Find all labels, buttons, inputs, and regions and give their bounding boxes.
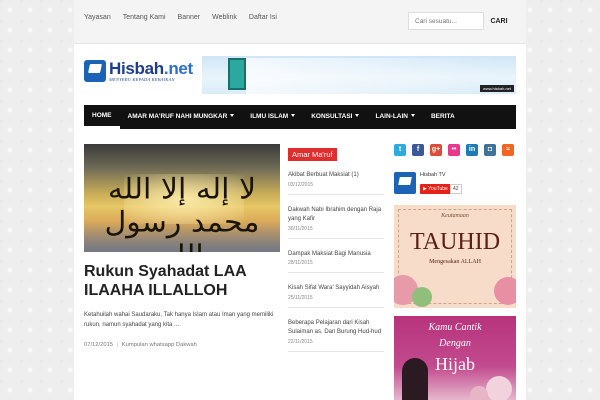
search-button[interactable]: CARI [484, 12, 514, 30]
youtube-subscribe-button[interactable]: ▶ YouTube [420, 184, 451, 194]
post-title-link[interactable]: Kisah Sifat Wara' Sayyidah Aisyah [288, 284, 384, 294]
featured-excerpt: Ketahuilah wahai Saudaraku, Tak hanya Is… [84, 312, 274, 328]
list-item: Kisah Sifat Wara' Sayyidah Aisyah 25/11/… [288, 284, 384, 308]
tauhid-banner-ad[interactable]: Keutamaan TAUHID Mengesakan ALLAH [394, 205, 516, 308]
twitter-icon[interactable]: t [394, 144, 406, 156]
ad-line-1: Kamu Cantik [428, 322, 482, 333]
instagram-icon[interactable]: ◘ [484, 144, 496, 156]
list-item: Dakwah Nabi Ibrahim dengan Raja yang Kaf… [288, 206, 384, 239]
list-item: Akibat Berbuat Maksiat (1) 03/12/2015 [288, 171, 384, 195]
flower-decoration [486, 376, 512, 400]
ad-small-text: Keutamaan [441, 213, 469, 219]
banner-url: www.hisbah.net [479, 85, 514, 92]
ad-line-2: Dengan [439, 338, 471, 349]
logo-name-suffix: .net [163, 59, 193, 78]
featured-image[interactable]: لا إله إلا الله محمد رسول الله [84, 144, 280, 252]
nav-item-label: KONSULTASI [311, 113, 353, 120]
banner-door-image [228, 58, 246, 90]
logo-book-icon [84, 60, 106, 82]
google-plus-icon[interactable]: g+ [430, 144, 442, 156]
nav-item-label: LAIN-LAIN [375, 113, 408, 120]
flower-decoration [470, 386, 488, 400]
site-logo[interactable]: Hisbah.net MENYERU KEPADA KEBAIKAN [84, 60, 193, 84]
header-banner[interactable]: www.hisbah.net [202, 56, 516, 94]
subscriber-count: 42 [450, 184, 462, 194]
channel-avatar[interactable] [394, 172, 416, 194]
topnav-link-weblink[interactable]: Weblink [212, 14, 237, 21]
page: Yayasan Tentang Kami Banner Weblink Daft… [74, 0, 526, 400]
nav-item-konsultasi[interactable]: KONSULTASI [303, 105, 367, 129]
list-item: Dampak Maksiat Bagi Manusia 28/11/2015 [288, 250, 384, 273]
post-date: 30/11/2015 [288, 225, 313, 232]
rss-icon[interactable]: ≈ [502, 144, 514, 156]
top-bar: Yayasan Tentang Kami Banner Weblink Daft… [74, 0, 526, 44]
main-nav: HOME AMAR MA'RUF NAHI MUNGKAR ILMU ISLAM… [84, 105, 516, 129]
post-title-link[interactable]: Akibat Berbuat Maksiat (1) [288, 171, 384, 181]
flower-decoration [412, 287, 432, 307]
banner-light [246, 58, 506, 94]
chevron-down-icon [355, 114, 360, 117]
nav-item-label: ILMU ISLAM [250, 113, 289, 120]
featured-meta: 07/12/2015 | Kumpulan whatsapp Dakwah [84, 342, 197, 348]
nav-item-lain-lain[interactable]: LAIN-LAIN [367, 105, 423, 129]
facebook-icon[interactable]: f [412, 144, 424, 156]
ad-subtext: Mengesakan ALLAH [429, 259, 481, 265]
flower-decoration [494, 277, 516, 305]
featured-title[interactable]: Rukun Syahadat LAA ILAAHA ILLALLOH [84, 262, 280, 300]
chevron-down-icon [291, 114, 296, 117]
featured-image-calligraphy: لا إله إلا الله محمد رسول الله [104, 172, 261, 252]
ad-headline: TAUHID [409, 229, 501, 255]
logo-tagline: MENYERU KEPADA KEBAIKAN [109, 77, 175, 82]
logo-name: Hisbah.net [109, 60, 193, 77]
logo-name-main: Hisbah [109, 59, 164, 78]
linkedin-icon[interactable]: in [466, 144, 478, 156]
nav-item-amar-maruf[interactable]: AMAR MA'RUF NAHI MUNGKAR [120, 105, 243, 129]
ad-line-3: Hijab [435, 354, 475, 374]
post-title-link[interactable]: Dakwah Nabi Ibrahim dengan Raja yang Kaf… [288, 206, 384, 225]
post-title-link[interactable]: Beberapa Pelajaran dari Kisah Sulaiman a… [288, 319, 384, 338]
channel-name[interactable]: Hisbah TV [420, 172, 446, 178]
topnav-link-yayasan[interactable]: Yayasan [84, 14, 111, 21]
post-list: Akibat Berbuat Maksiat (1) 03/12/2015 Da… [288, 171, 384, 352]
post-date: 25/11/2015 [288, 294, 313, 301]
topnav-link-daftar-isi[interactable]: Daftar Isi [249, 14, 277, 21]
post-title-link[interactable]: Dampak Maksiat Bagi Manusia [288, 250, 384, 260]
chevron-down-icon [230, 114, 235, 117]
social-icons: t f g+ •• in ◘ ≈ [394, 144, 514, 156]
post-date: 03/12/2015 [288, 181, 314, 188]
featured-date: 07/12/2015 [84, 342, 114, 348]
post-date: 22/11/2015 [288, 338, 313, 345]
topnav-link-tentang-kami[interactable]: Tentang Kami [123, 14, 166, 21]
nav-item-home[interactable]: HOME [84, 105, 120, 129]
list-item: Beberapa Pelajaran dari Kisah Sulaiman a… [288, 319, 384, 352]
nav-item-label: AMAR MA'RUF NAHI MUNGKAR [127, 113, 228, 120]
nav-item-label: BERITA [430, 113, 455, 120]
meta-separator: | [116, 342, 119, 348]
hijab-banner-ad[interactable]: Kamu Cantik Dengan Hijab [394, 316, 516, 400]
nav-item-ilmu-islam[interactable]: ILMU ISLAM [242, 105, 303, 129]
featured-category-link[interactable]: Kumpulan whatsapp Dakwah [122, 342, 197, 348]
top-nav: Yayasan Tentang Kami Banner Weblink Daft… [84, 14, 289, 21]
nav-item-label: HOME [92, 112, 112, 119]
amar-maruf-section: Amar Ma'ruf Akibat Berbuat Maksiat (1) 0… [288, 144, 384, 363]
logo-text: Hisbah.net MENYERU KEPADA KEBAIKAN [109, 60, 193, 83]
nav-item-berita[interactable]: BERITA [423, 105, 463, 129]
topnav-link-banner[interactable]: Banner [178, 14, 201, 21]
youtube-subscribe-widget: Hisbah TV ▶ YouTube 42 [394, 172, 514, 196]
section-label[interactable]: Amar Ma'ruf [288, 148, 337, 161]
search-input[interactable] [408, 12, 484, 30]
post-date: 28/11/2015 [288, 260, 313, 266]
chevron-down-icon [410, 114, 415, 117]
flickr-icon[interactable]: •• [448, 144, 460, 156]
